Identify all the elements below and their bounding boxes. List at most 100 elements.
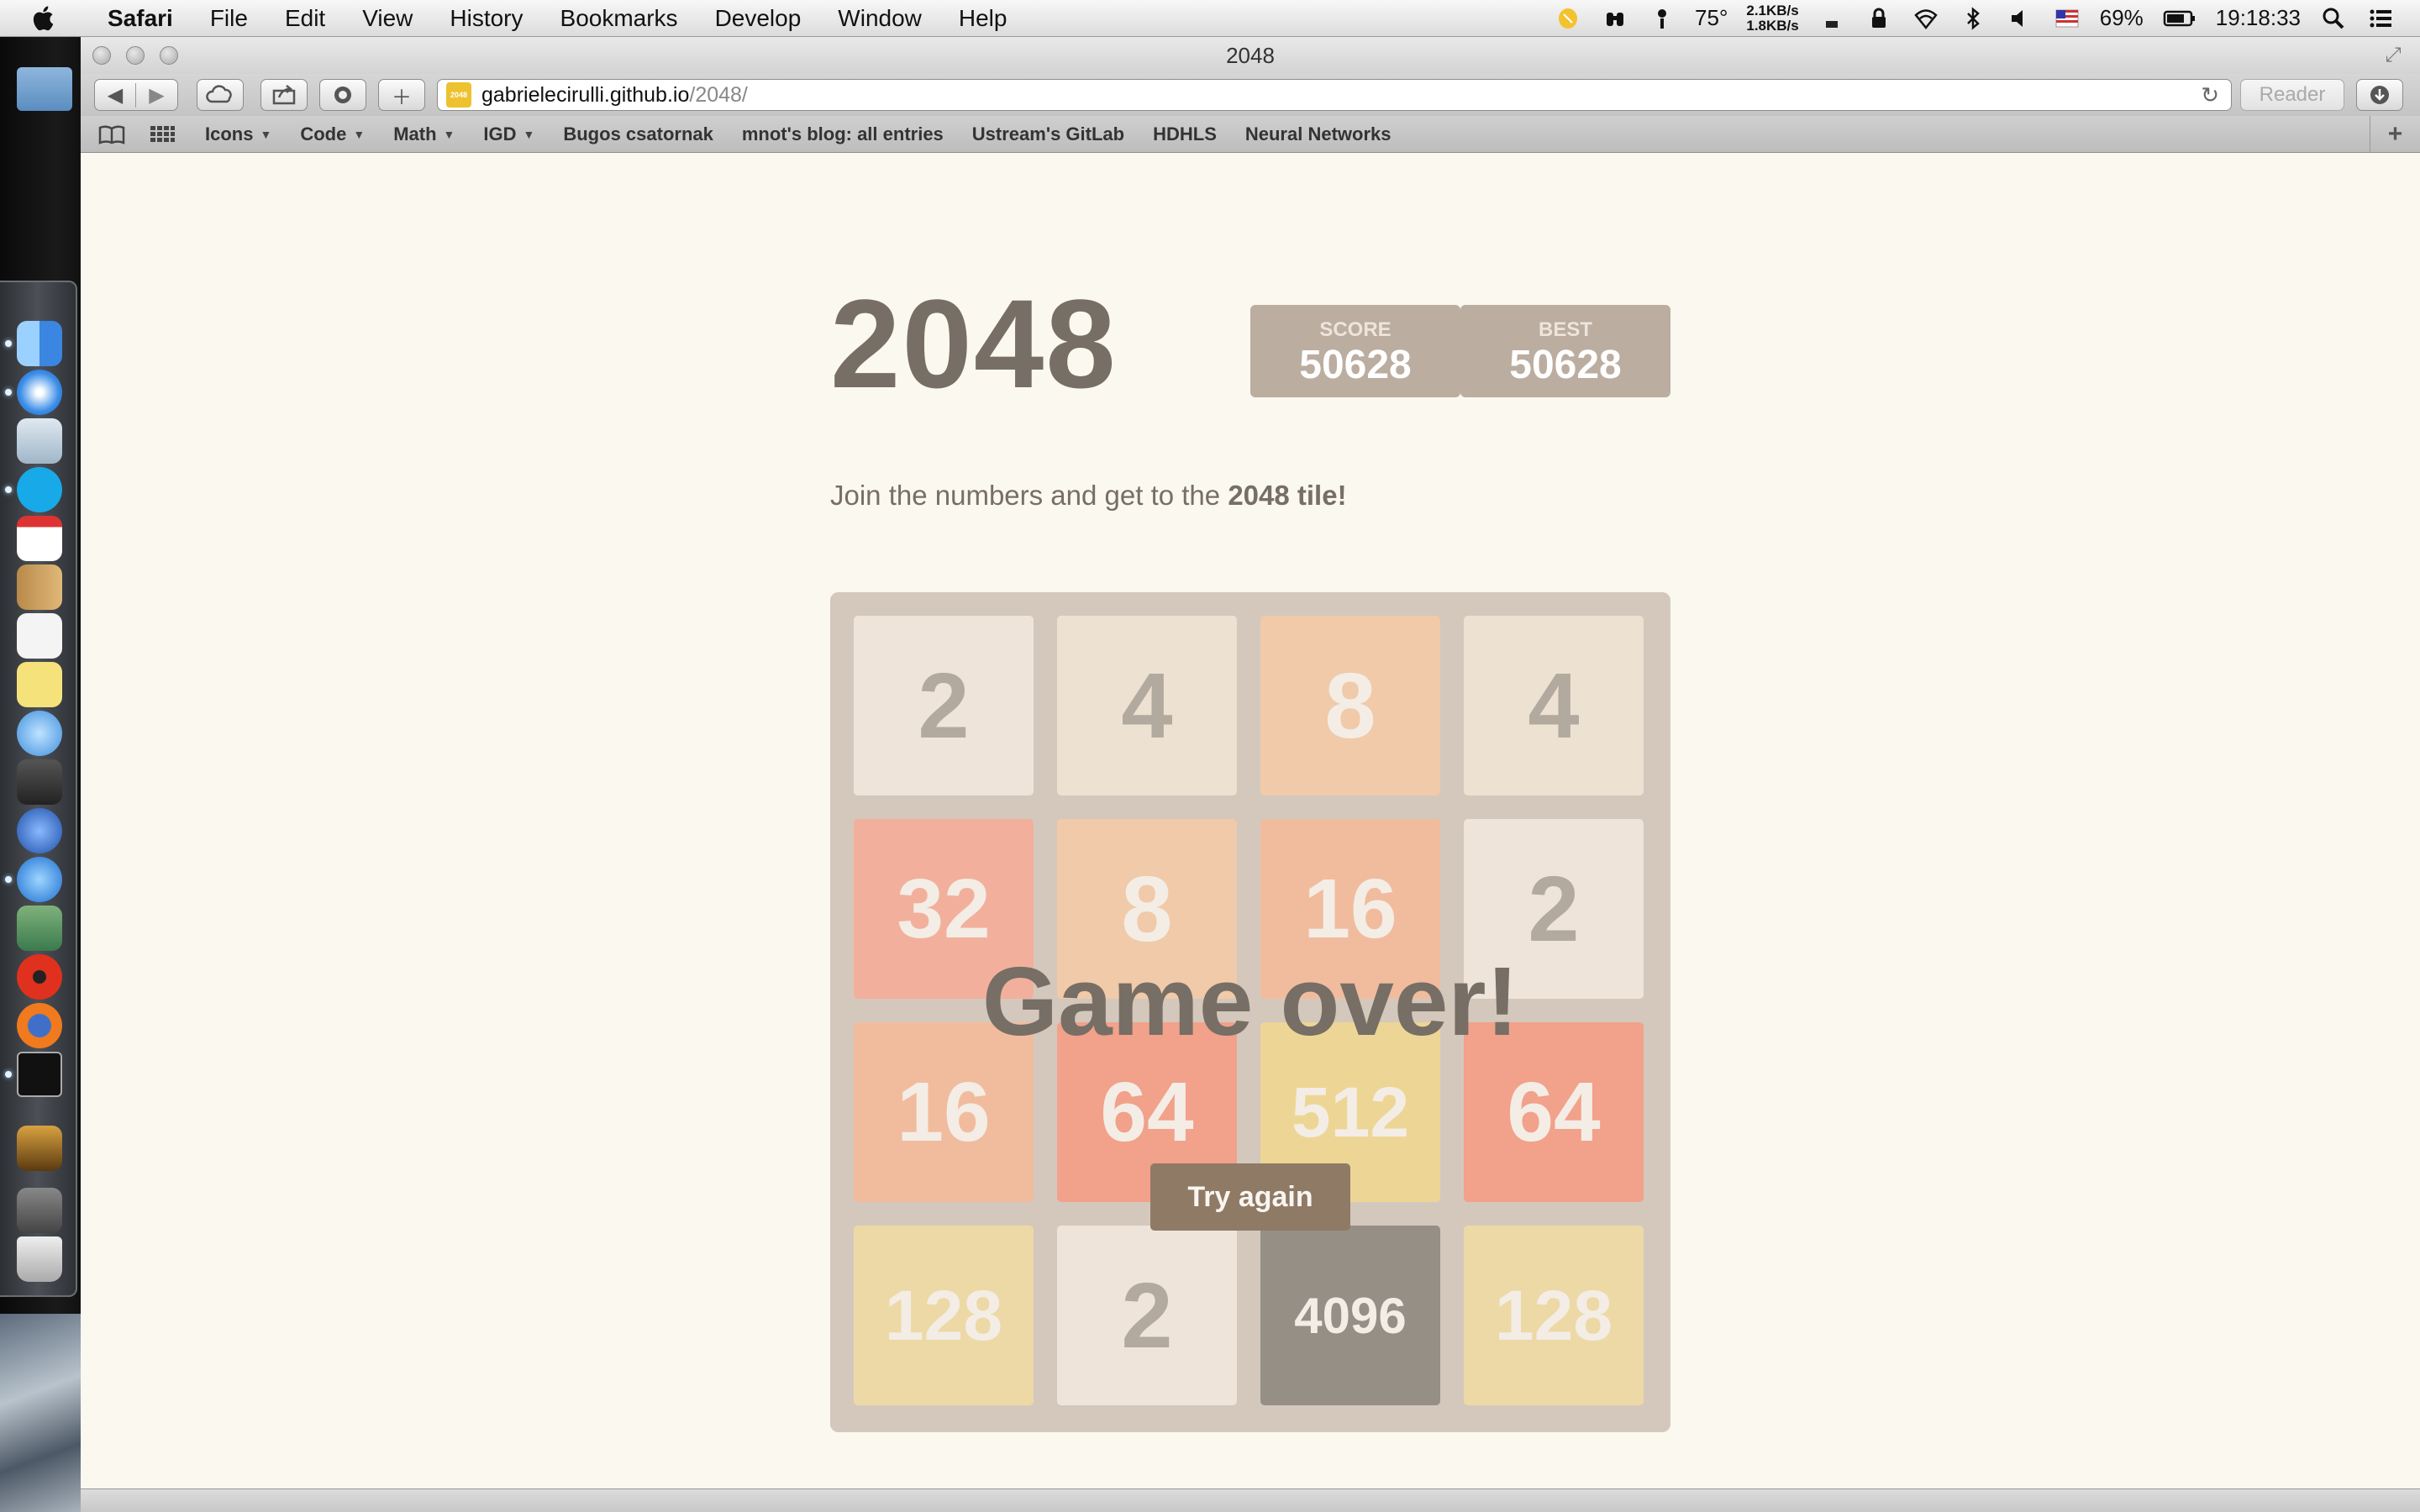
contacts-icon[interactable]	[17, 564, 62, 610]
bookmark-neural-networks[interactable]: Neural Networks	[1245, 123, 1392, 145]
messages-icon[interactable]	[17, 711, 62, 756]
reload-icon[interactable]: ↻	[2201, 82, 2219, 108]
lock-icon[interactable]	[1865, 6, 1893, 31]
desktop-wallpaper	[0, 1314, 81, 1512]
menu-help[interactable]: Help	[940, 5, 1026, 32]
desktop-folder-icon[interactable]	[17, 67, 72, 111]
itunes-icon[interactable]	[17, 857, 62, 902]
score-label: SCORE	[1319, 318, 1392, 341]
minimize-window-button[interactable]	[126, 46, 145, 65]
bookmark-ustream-gitlab[interactable]: Ustream's GitLab	[972, 123, 1124, 145]
zoom-window-button[interactable]	[160, 46, 178, 65]
address-bar[interactable]: 2048 gabrielecirulli.github.io /2048/ ↻	[437, 79, 2232, 111]
best-score-box: BEST 50628	[1460, 305, 1670, 397]
menu-view[interactable]: View	[344, 5, 431, 32]
bookmark-mnot-blog[interactable]: mnot's blog: all entries	[742, 123, 944, 145]
gear-app-icon[interactable]	[17, 954, 62, 1000]
bookmark-folder-code[interactable]: Code ▼	[300, 123, 365, 145]
bookmark-hdhls[interactable]: HDHLS	[1153, 123, 1217, 145]
menu-safari[interactable]: Safari	[89, 5, 192, 32]
safari-icon[interactable]	[17, 370, 62, 415]
trash-icon[interactable]	[17, 1236, 62, 1282]
plus-icon: ＋	[392, 86, 412, 109]
back-icon[interactable]: ◀	[95, 82, 137, 108]
lemon-app-icon[interactable]	[1554, 6, 1582, 31]
us-flag-icon[interactable]	[2053, 6, 2081, 31]
menu-extras: 75° 2.1KB/s 1.8KB/s 69% 19:18:33	[1554, 3, 2420, 34]
back-forward-buttons: ◀ ▶	[94, 79, 178, 111]
bookmarks-bar: Icons ▼ Code ▼ Math ▼ IGD ▼ Bugos csatornak …	[81, 116, 2420, 153]
menu-bookmarks[interactable]: Bookmarks	[542, 5, 697, 32]
temperature-readout[interactable]: 75°	[1695, 5, 1728, 31]
share-button[interactable]	[260, 79, 308, 111]
url-host: gabrielecirulli.github.io	[481, 82, 690, 107]
volume-icon[interactable]	[2006, 6, 2034, 31]
network-download-rate: 1.8KB/s	[1746, 17, 1799, 34]
ghost-icon	[334, 87, 351, 103]
bluetooth-icon[interactable]	[1959, 6, 1987, 31]
cloud-icon	[206, 85, 232, 103]
weather-icon[interactable]	[1648, 6, 1676, 31]
notes-icon[interactable]	[17, 662, 62, 707]
try-again-button[interactable]: Try again	[1150, 1163, 1350, 1231]
bookmark-folder-icons[interactable]: Icons ▼	[205, 123, 271, 145]
add-bookmark-button[interactable]: ＋	[378, 79, 425, 111]
game-board[interactable]: 248432816216645126412824096128 Game over…	[830, 592, 1670, 1432]
chevron-down-icon: ▼	[260, 127, 272, 141]
mail-icon[interactable]	[17, 418, 62, 464]
facetime-icon[interactable]	[17, 759, 62, 805]
icloud-tabs-button[interactable]	[197, 79, 244, 111]
cpu-meter-icon[interactable]	[1818, 6, 1846, 31]
calendar-icon[interactable]	[17, 516, 62, 561]
menu-file[interactable]: File	[192, 5, 266, 32]
intro-text: Join the numbers and get to the	[830, 480, 1228, 511]
reader-button[interactable]: Reader	[2240, 79, 2344, 111]
notification-center-icon[interactable]	[2366, 6, 2395, 31]
new-tab-plus-icon[interactable]: +	[2370, 116, 2420, 153]
preview-icon[interactable]	[17, 906, 62, 951]
close-window-button[interactable]	[92, 46, 111, 65]
menu-clock[interactable]: 19:18:33	[2216, 5, 2301, 31]
menu-window[interactable]: Window	[819, 5, 940, 32]
menu-edit[interactable]: Edit	[266, 5, 344, 32]
best-label: BEST	[1538, 318, 1592, 341]
terminal-icon[interactable]	[17, 1052, 62, 1097]
itunes-running-indicator	[5, 876, 12, 883]
forward-icon[interactable]: ▶	[136, 83, 177, 108]
bookmark-label: Math	[393, 123, 437, 144]
skype-running-indicator	[5, 486, 12, 493]
downloads-button[interactable]	[2356, 79, 2403, 111]
ghostery-button[interactable]	[319, 79, 366, 111]
game-over-message: Game over!	[981, 947, 1519, 1056]
chevron-down-icon: ▼	[353, 127, 366, 141]
network-app-icon[interactable]	[17, 808, 62, 853]
bookmark-label: IGD	[483, 123, 517, 144]
reading-list-icon[interactable]	[97, 123, 126, 146]
binoculars-icon[interactable]	[1601, 6, 1629, 31]
bookmark-folder-math[interactable]: Math ▼	[393, 123, 455, 145]
screen-icon[interactable]	[17, 1188, 62, 1233]
reminders-icon[interactable]	[17, 613, 62, 659]
status-bar	[81, 1488, 2420, 1512]
wifi-icon[interactable]	[1912, 6, 1940, 31]
menu-bar: Safari File Edit View History Bookmarks …	[0, 0, 2420, 37]
network-monitor[interactable]: 2.1KB/s 1.8KB/s	[1746, 3, 1798, 34]
menu-history[interactable]: History	[431, 5, 541, 32]
top-sites-grid-icon[interactable]	[148, 123, 176, 146]
finder-icon[interactable]	[17, 321, 62, 366]
battery-icon[interactable]	[2162, 6, 2197, 31]
bookmark-bugos-csatornak[interactable]: Bugos csatornak	[563, 123, 713, 145]
skype-icon[interactable]	[17, 467, 62, 512]
battery-percentage[interactable]: 69%	[2100, 5, 2144, 31]
apple-menu-icon[interactable]	[30, 4, 59, 33]
app-icon[interactable]	[17, 1126, 62, 1171]
safari-running-indicator	[5, 389, 12, 396]
fullscreen-icon[interactable]: ⤢	[2381, 44, 2405, 67]
score-box: SCORE 50628	[1250, 305, 1460, 397]
spotlight-search-icon[interactable]	[2319, 6, 2348, 31]
favicon-icon: 2048	[446, 82, 471, 108]
menu-develop[interactable]: Develop	[697, 5, 820, 32]
firefox-icon[interactable]	[17, 1003, 62, 1048]
bookmark-folder-igd[interactable]: IGD ▼	[483, 123, 534, 145]
window-title: 2048	[1226, 43, 1275, 68]
